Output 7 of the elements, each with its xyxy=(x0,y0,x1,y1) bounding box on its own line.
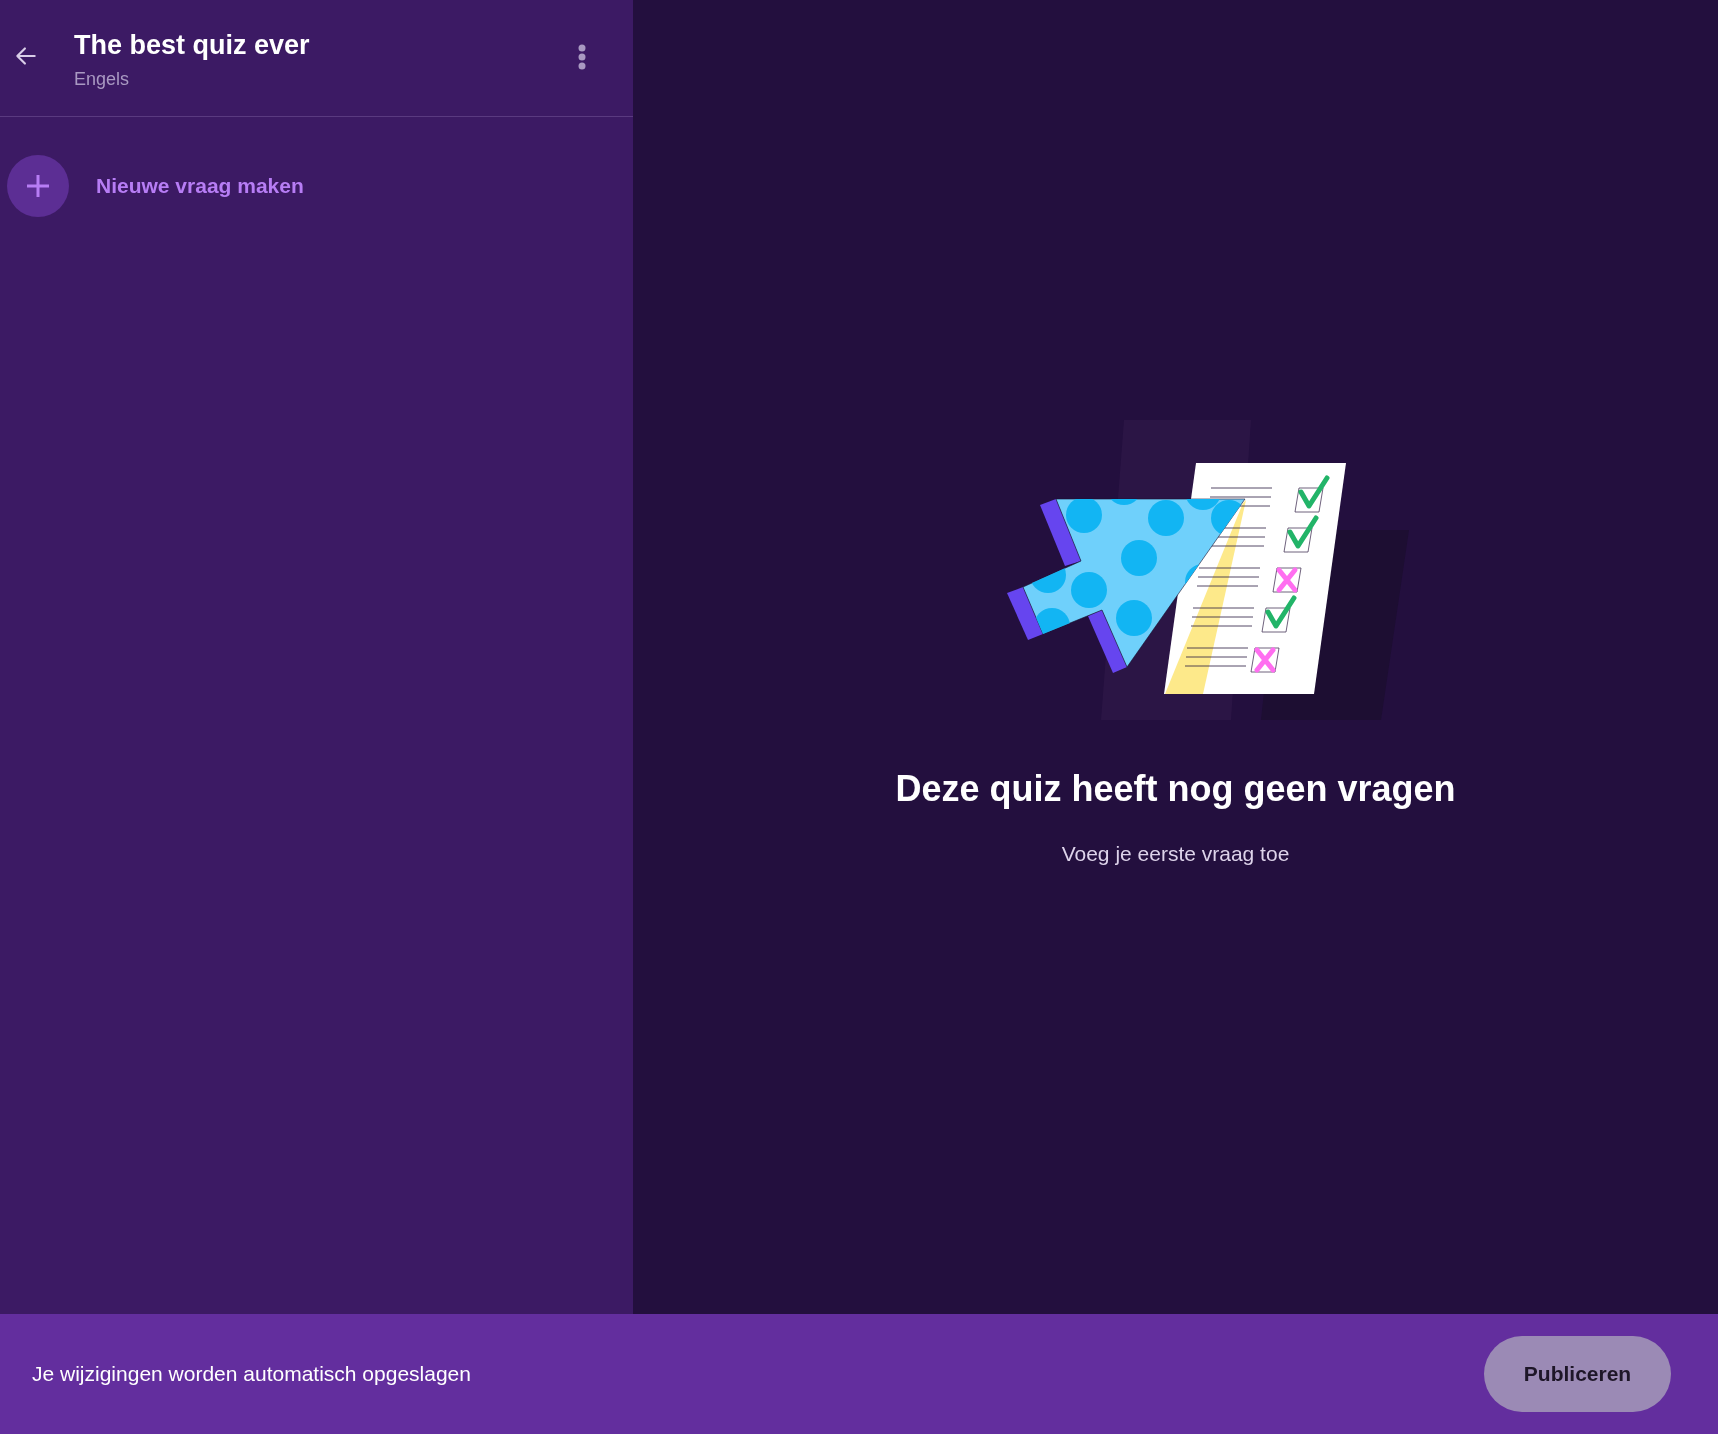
new-question-button[interactable]: Nieuwe vraag maken xyxy=(0,155,304,217)
quiz-title: The best quiz ever xyxy=(74,29,311,62)
autosave-status: Je wijzigingen worden automatisch opgeslagen xyxy=(32,1361,471,1388)
empty-state-message: Voeg je eerste vraag toe xyxy=(1061,841,1290,867)
empty-state-heading: Deze quiz heeft nog geen vragen xyxy=(895,767,1456,811)
quiz-subtitle: Engels xyxy=(74,68,131,91)
more-vertical-icon xyxy=(578,44,586,70)
